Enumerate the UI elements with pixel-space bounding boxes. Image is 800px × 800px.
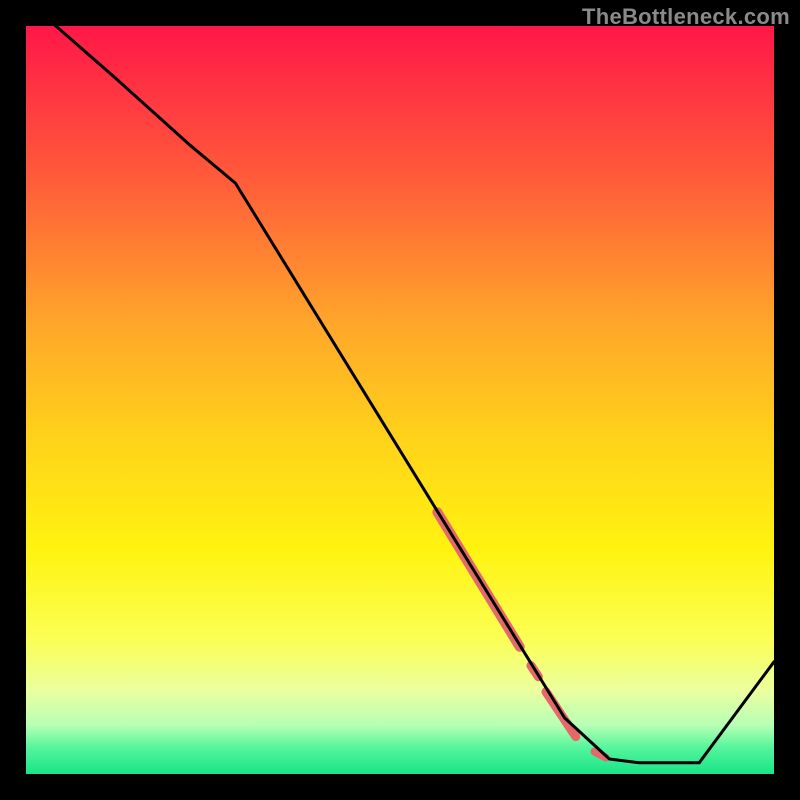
bottleneck-curve xyxy=(26,26,774,763)
plot-area xyxy=(26,26,774,774)
highlight-segments xyxy=(437,512,605,757)
curve-layer xyxy=(26,26,774,774)
chart-frame: TheBottleneck.com xyxy=(0,0,800,800)
watermark-text: TheBottleneck.com xyxy=(582,4,790,30)
